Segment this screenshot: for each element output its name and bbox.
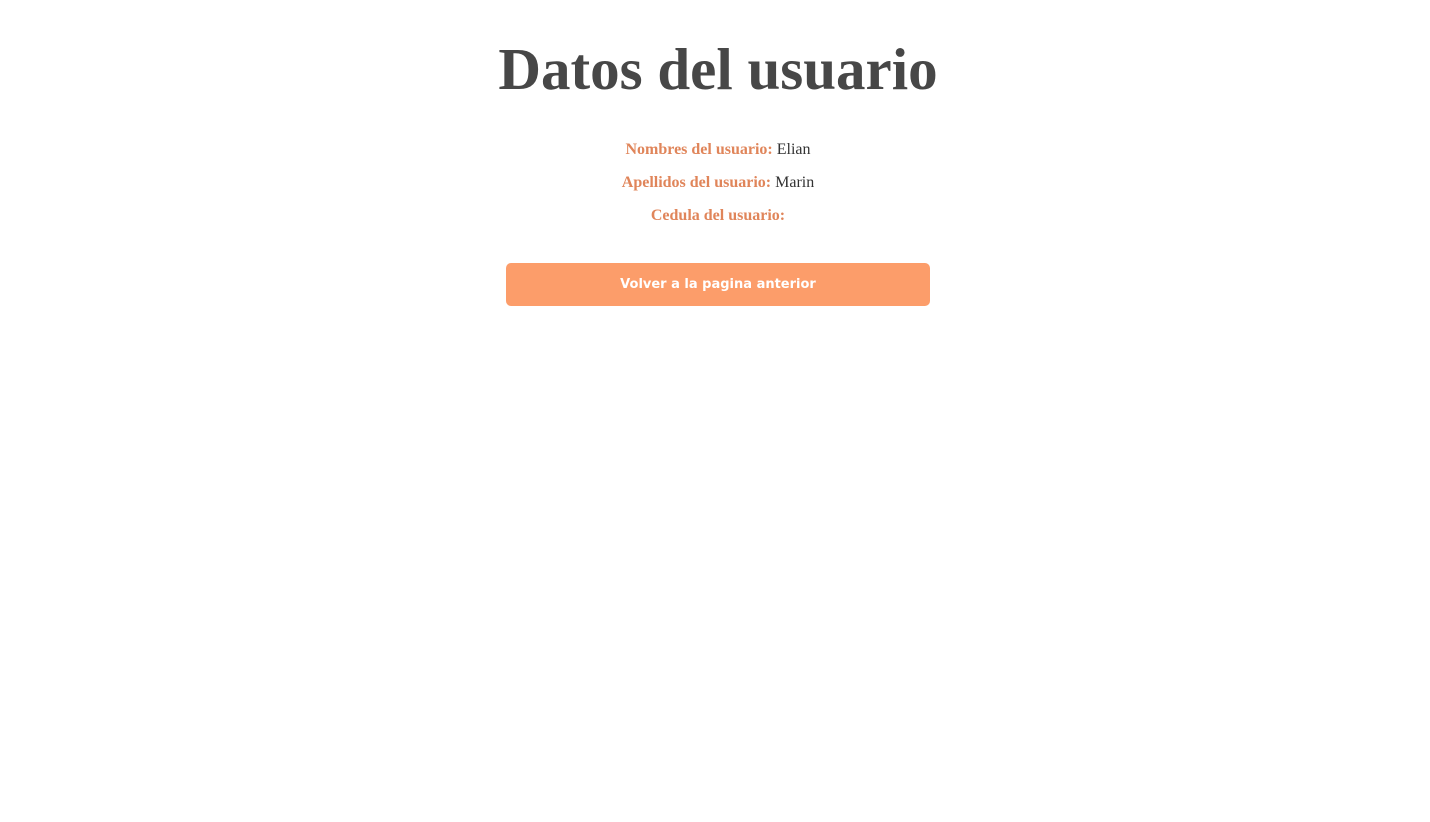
first-names-value: Elian [776, 141, 811, 158]
last-names-value: Marin [775, 174, 815, 191]
user-details: Nombres del usuario: Elian Apellidos del… [0, 139, 1430, 238]
first-names-label: Nombres del usuario: [625, 141, 773, 158]
id-number-row: Cedula del usuario: [0, 205, 1430, 238]
page-title: Datos del usuario [498, 36, 938, 102]
first-names-row: Nombres del usuario: Elian [0, 139, 1430, 172]
last-names-row: Apellidos del usuario: Marin [0, 172, 1430, 205]
user-details-page: Datos del usuario Nombres del usuario: E… [0, 0, 1430, 822]
last-names-label: Apellidos del usuario: [621, 174, 772, 191]
back-button[interactable]: Volver a la pagina anterior [506, 263, 930, 306]
id-number-label: Cedula del usuario: [650, 207, 786, 224]
